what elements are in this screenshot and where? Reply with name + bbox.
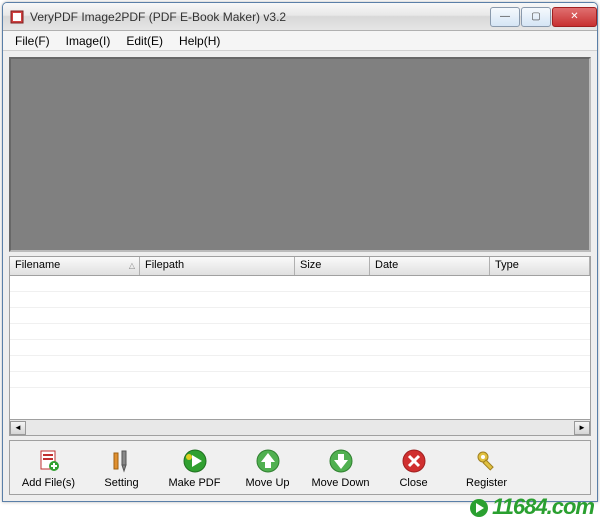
list-row	[10, 372, 590, 388]
col-filename[interactable]: Filename △	[10, 257, 140, 275]
make-pdf-label: Make PDF	[169, 477, 221, 489]
window-title: VeryPDF Image2PDF (PDF E-Book Maker) v3.…	[30, 10, 489, 24]
col-type[interactable]: Type	[490, 257, 590, 275]
horizontal-scrollbar[interactable]: ◄ ►	[9, 420, 591, 436]
move-up-icon	[254, 447, 282, 475]
register-icon	[473, 447, 501, 475]
minimize-button[interactable]: —	[490, 7, 520, 27]
register-label: Register	[466, 477, 507, 489]
menu-image[interactable]: Image(I)	[58, 32, 119, 50]
make-pdf-button[interactable]: Make PDF	[158, 443, 231, 493]
list-row	[10, 324, 590, 340]
watermark-text: 11684.com	[492, 494, 594, 519]
list-header: Filename △ Filepath Size Date Type	[9, 256, 591, 276]
scroll-right-button[interactable]: ►	[574, 421, 590, 435]
list-row	[10, 292, 590, 308]
close-label: Close	[399, 477, 427, 489]
sort-arrow-icon: △	[129, 261, 135, 270]
list-row	[10, 356, 590, 372]
menu-help[interactable]: Help(H)	[171, 32, 228, 50]
add-file-icon	[35, 447, 63, 475]
preview-panel	[9, 57, 591, 252]
col-date[interactable]: Date	[370, 257, 490, 275]
list-body[interactable]	[9, 276, 591, 420]
toolbar: Add File(s) Setting Make PDF Move Up	[9, 440, 591, 495]
watermark-icon	[468, 497, 490, 519]
add-files-label: Add File(s)	[22, 477, 75, 489]
menu-edit[interactable]: Edit(E)	[118, 32, 171, 50]
col-filepath[interactable]: Filepath	[140, 257, 295, 275]
app-window: VeryPDF Image2PDF (PDF E-Book Maker) v3.…	[2, 2, 598, 502]
move-down-button[interactable]: Move Down	[304, 443, 377, 493]
close-icon	[400, 447, 428, 475]
register-button[interactable]: Register	[450, 443, 523, 493]
app-icon	[9, 9, 25, 25]
menu-bar: File(F) Image(I) Edit(E) Help(H)	[3, 31, 597, 51]
close-window-button[interactable]: ✕	[552, 7, 597, 27]
make-pdf-icon	[181, 447, 209, 475]
client-area: Filename △ Filepath Size Date Type ◄	[3, 51, 597, 501]
window-controls: — ▢ ✕	[489, 7, 597, 27]
setting-button[interactable]: Setting	[85, 443, 158, 493]
move-up-button[interactable]: Move Up	[231, 443, 304, 493]
title-bar[interactable]: VeryPDF Image2PDF (PDF E-Book Maker) v3.…	[3, 3, 597, 31]
move-down-icon	[327, 447, 355, 475]
file-list-panel: Filename △ Filepath Size Date Type ◄	[9, 256, 591, 436]
col-size[interactable]: Size	[295, 257, 370, 275]
move-down-label: Move Down	[311, 477, 369, 489]
close-button[interactable]: Close	[377, 443, 450, 493]
scroll-left-button[interactable]: ◄	[10, 421, 26, 435]
list-row	[10, 340, 590, 356]
col-filename-label: Filename	[15, 259, 60, 271]
move-up-label: Move Up	[245, 477, 289, 489]
setting-icon	[108, 447, 136, 475]
setting-label: Setting	[104, 477, 138, 489]
watermark: 11684.com	[468, 494, 594, 520]
maximize-button[interactable]: ▢	[521, 7, 551, 27]
list-row	[10, 308, 590, 324]
add-files-button[interactable]: Add File(s)	[12, 443, 85, 493]
menu-file[interactable]: File(F)	[7, 32, 58, 50]
list-row	[10, 276, 590, 292]
